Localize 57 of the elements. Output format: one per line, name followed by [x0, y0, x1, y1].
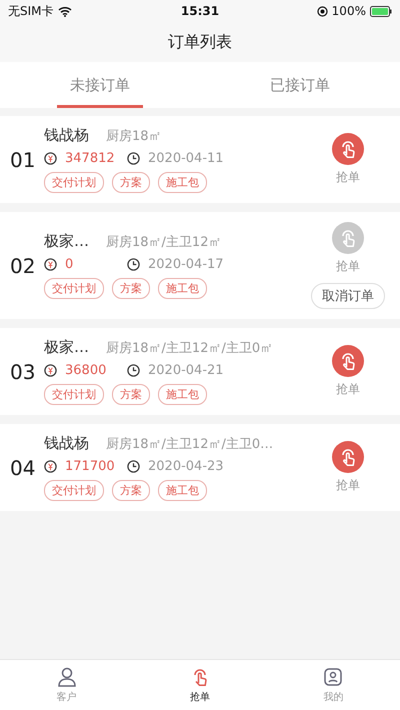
status-time: 15:31	[180, 4, 220, 18]
carrier-text: 无SIM卡	[8, 2, 54, 20]
cancel-order-button[interactable]: 取消订单	[311, 283, 385, 309]
yuan-icon	[44, 152, 57, 165]
grab-label: 抢单	[336, 258, 360, 275]
order-date: 2020-04-17	[148, 257, 224, 272]
order-number: 01	[10, 148, 36, 172]
clock-icon	[127, 258, 140, 271]
order-tag[interactable]: 方案	[112, 172, 150, 193]
order-tag[interactable]: 方案	[112, 480, 150, 501]
profile-icon	[322, 666, 344, 688]
order-tag[interactable]: 交付计划	[44, 172, 104, 193]
grab-label: 抢单	[336, 381, 360, 398]
customer-name: 极家…	[44, 232, 90, 251]
order-price: 347812	[65, 151, 116, 166]
wifi-icon	[58, 6, 72, 16]
order-date: 2020-04-23	[148, 459, 224, 474]
order-tag[interactable]: 交付计划	[44, 480, 104, 501]
page-title: 订单列表	[168, 32, 232, 52]
grab-label: 抢单	[336, 169, 360, 186]
order-tag[interactable]: 施工包	[158, 278, 207, 299]
order-number: 02	[10, 254, 36, 278]
order-price: 0	[65, 257, 74, 272]
clock-icon	[127, 460, 140, 473]
order-price: 36800	[65, 363, 108, 378]
grab-label: 抢单	[336, 477, 360, 494]
room-area: 厨房18㎡/主卫12㎡/主卫0㎡	[106, 338, 274, 356]
order-number: 03	[10, 360, 36, 384]
customer-name: 钱战杨	[44, 126, 90, 145]
clock-icon	[127, 364, 140, 377]
customer-name: 钱战杨	[44, 434, 90, 453]
customer-name: 极家…	[44, 338, 90, 357]
person-icon	[56, 666, 78, 688]
order-tag[interactable]: 施工包	[158, 384, 207, 405]
clock-icon	[127, 152, 140, 165]
order-date: 2020-04-21	[148, 363, 224, 378]
order-tag[interactable]: 方案	[112, 278, 150, 299]
order-tag[interactable]: 施工包	[158, 172, 207, 193]
grab-button[interactable]	[332, 345, 364, 377]
order-price: 171700	[65, 459, 116, 474]
battery-percent: 100%	[332, 4, 366, 18]
order-tag[interactable]: 交付计划	[44, 384, 104, 405]
yuan-icon	[44, 258, 57, 271]
rotation-lock-icon	[316, 6, 328, 16]
order-tag[interactable]: 交付计划	[44, 278, 104, 299]
room-area: 厨房18㎡/主卫12㎡	[106, 232, 222, 250]
room-area: 厨房18㎡	[106, 126, 162, 144]
grab-button[interactable]	[332, 441, 364, 473]
order-tag[interactable]: 施工包	[158, 480, 207, 501]
room-area: 厨房18㎡/主卫12㎡/主卫0…	[106, 434, 274, 452]
yuan-icon	[44, 460, 57, 473]
order-tag[interactable]: 方案	[112, 384, 150, 405]
yuan-icon	[44, 364, 57, 377]
battery-icon	[370, 6, 392, 16]
grab-button[interactable]	[332, 133, 364, 165]
order-number: 04	[10, 456, 36, 480]
order-date: 2020-04-11	[148, 151, 224, 166]
